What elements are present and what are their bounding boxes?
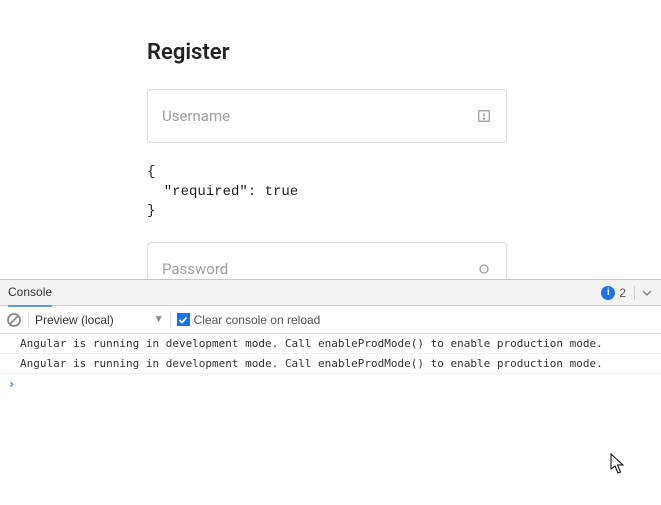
divider: [170, 312, 171, 328]
devtools-tabbar: Console i 2: [0, 280, 661, 306]
checkbox-label: Clear console on reload: [194, 313, 321, 327]
password-placeholder: Password: [162, 260, 476, 278]
console-toolbar: Preview (local) ▼ Clear console on reloa…: [0, 306, 661, 334]
log-line: Angular is running in development mode. …: [0, 334, 661, 354]
identity-icon: [476, 108, 492, 124]
console-prompt[interactable]: ›: [0, 374, 661, 394]
info-count-badge[interactable]: i 2: [601, 286, 626, 300]
username-placeholder: Username: [162, 107, 476, 125]
tab-console[interactable]: Console: [8, 285, 52, 307]
validation-output: { "required": true }: [147, 163, 507, 222]
visibility-icon: [476, 261, 492, 277]
chevron-right-icon: ›: [8, 377, 15, 391]
context-selector[interactable]: Preview (local) ▼: [35, 313, 164, 327]
chevron-down-icon[interactable]: [641, 287, 653, 299]
page-title: Register: [147, 40, 507, 65]
clear-console-icon[interactable]: [6, 312, 22, 328]
log-line: Angular is running in development mode. …: [0, 354, 661, 374]
password-field[interactable]: Password: [147, 242, 507, 279]
context-label: Preview (local): [35, 313, 114, 327]
clear-on-reload-checkbox[interactable]: Clear console on reload: [177, 313, 321, 327]
register-form: Register Username { "required": true } P…: [147, 0, 507, 279]
divider: [634, 286, 635, 300]
devtools-panel: Console i 2 Preview (local) ▼ Clear cons…: [0, 279, 661, 505]
divider: [28, 312, 29, 328]
username-field[interactable]: Username: [147, 89, 507, 143]
console-log-area[interactable]: Angular is running in development mode. …: [0, 334, 661, 394]
app-content: Register Username { "required": true } P…: [0, 0, 661, 279]
checkbox-checked-icon: [177, 313, 190, 326]
info-icon: i: [601, 286, 615, 300]
chevron-down-icon: ▼: [154, 314, 164, 325]
